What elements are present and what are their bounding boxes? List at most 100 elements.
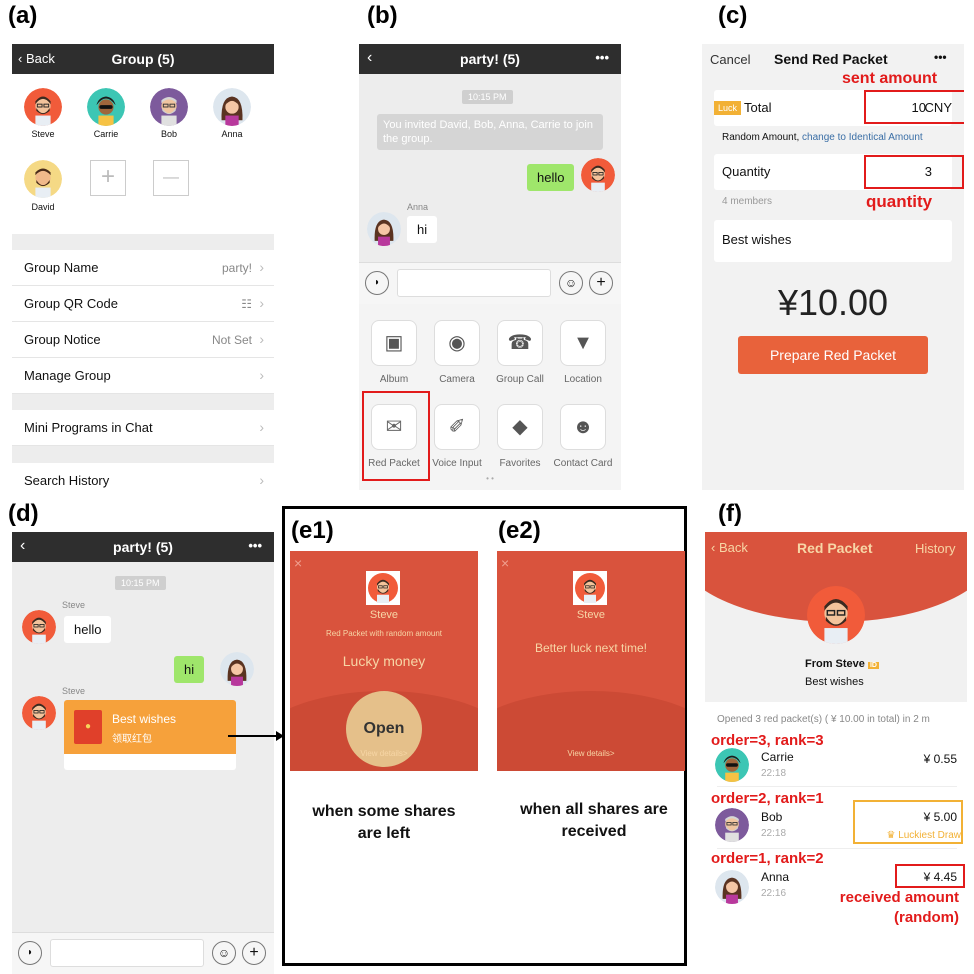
view-details-link[interactable]: View details> <box>290 749 478 758</box>
back-button[interactable]: ‹ Back <box>711 540 748 555</box>
message-bubble[interactable]: hello <box>527 164 575 191</box>
wishes-input[interactable]: Best wishes <box>714 220 952 262</box>
label-a: (a) <box>8 2 38 29</box>
row-group-qr[interactable]: Group QR Code ☷ › <box>12 286 274 322</box>
recipient-name: Anna <box>761 870 790 884</box>
message-bubble[interactable]: hi <box>174 656 205 683</box>
recipient-name: Bob <box>761 810 783 824</box>
input-bar: ◗ ☺ + <box>359 262 621 304</box>
recipient-time: 22:18 <box>761 768 787 779</box>
pin-icon[interactable]: ▼ <box>560 320 606 366</box>
more-icon[interactable]: ••• <box>934 50 947 64</box>
packet-wishes: Best wishes <box>805 676 864 688</box>
label-b: (b) <box>367 2 398 29</box>
panel-group-info: ‹ Back Group (5) Steve Carrie Bob Anna D… <box>12 44 274 490</box>
mic-icon[interactable]: ✐ <box>434 404 480 450</box>
voice-icon[interactable]: ◗ <box>18 941 42 965</box>
luck-badge: Luck <box>714 101 742 115</box>
row-mini-programs[interactable]: Mini Programs in Chat › <box>12 410 274 446</box>
cube-icon[interactable]: ◆ <box>497 404 543 450</box>
cancel-button[interactable]: Cancel <box>710 52 750 67</box>
annotation-sent-amount: sent amount <box>842 70 938 87</box>
avatar-anna[interactable] <box>220 652 254 686</box>
phone-icon[interactable]: ☎ <box>497 320 543 366</box>
avatar-steve[interactable] <box>22 610 56 644</box>
message-input[interactable] <box>50 939 204 967</box>
close-icon[interactable]: × <box>501 555 509 571</box>
caption-e1: when some shares are left <box>312 803 456 842</box>
grid-label: Album <box>379 374 409 385</box>
avatar-anna[interactable] <box>367 212 401 246</box>
member-name: David <box>31 202 55 212</box>
chat-title: party! (5) <box>460 51 520 67</box>
message-input[interactable] <box>397 269 551 297</box>
recipient-time: 22:18 <box>761 828 787 839</box>
member-count: 4 members <box>722 196 773 207</box>
add-member-button[interactable]: + <box>90 160 126 196</box>
highlight-box <box>864 155 964 189</box>
label-c: (c) <box>718 2 748 29</box>
highlight-box <box>895 864 965 888</box>
change-mode-link[interactable]: change to Identical Amount <box>802 132 923 143</box>
timestamp: 10:15 PM <box>462 90 513 104</box>
row-search-history[interactable]: Search History › <box>12 463 274 490</box>
avatar-steve[interactable] <box>581 158 615 192</box>
voice-icon[interactable]: ◗ <box>365 271 389 295</box>
message-bubble[interactable]: hello <box>64 616 112 643</box>
amount-mode: Random Amount, change to Identical Amoun… <box>722 132 923 143</box>
avatar-steve[interactable] <box>24 88 62 126</box>
opened-summary: Opened 3 red packet(s) ( ¥ 10.00 in tota… <box>717 714 930 725</box>
red-packet-open-view: × Steve Red Packet with random amount Lu… <box>290 551 478 771</box>
avatar-david[interactable] <box>24 160 62 198</box>
label-f: (f) <box>718 500 742 527</box>
message-bubble[interactable]: hi <box>407 216 438 243</box>
more-icon[interactable]: ••• <box>595 50 609 65</box>
panel-send-red-packet: Cancel Send Red Packet ••• sent amount L… <box>702 44 964 490</box>
arrow-icon <box>228 731 284 741</box>
close-icon[interactable]: × <box>294 555 302 571</box>
nav-bar: ‹ party! (5) ••• <box>12 532 274 562</box>
panel-open-red-packet: (e1) (e2) × Steve Red Packet with random… <box>282 506 687 966</box>
avatar-anna[interactable] <box>213 88 251 126</box>
plus-icon[interactable]: + <box>589 271 613 295</box>
highlight-box <box>362 391 430 481</box>
panel-chat-plus: ‹ party! (5) ••• 10:15 PM You invited Da… <box>359 44 621 490</box>
system-message: You invited David, Bob, Anna, Carrie to … <box>377 114 603 150</box>
member-name: Steve <box>31 129 55 139</box>
nav-bar: ‹ party! (5) ••• <box>359 44 621 74</box>
grid-label: Favorites <box>499 458 541 469</box>
image-icon[interactable]: ▣ <box>371 320 417 366</box>
red-packet-message[interactable]: ● Best wishes 领取红包 <box>64 700 236 770</box>
envelope-icon: ● <box>74 710 102 744</box>
grid-label: Contact Card <box>553 458 613 469</box>
grid-label: Location <box>564 374 602 385</box>
member-name: Anna <box>221 129 243 139</box>
view-details-link[interactable]: View details> <box>497 749 685 758</box>
history-button[interactable]: History <box>915 541 955 556</box>
avatar-bob[interactable] <box>150 88 188 126</box>
avatar-steve <box>573 571 607 605</box>
panel-chat-red-packet: ‹ party! (5) ••• 10:15 PM Steve hello hi… <box>12 532 274 974</box>
packet-claim: 领取红包 <box>112 734 152 745</box>
highlight-box <box>853 800 963 844</box>
avatar-bob <box>715 808 749 842</box>
plus-icon[interactable]: + <box>242 941 266 965</box>
recipient-amount: ¥ 0.55 <box>923 752 957 766</box>
red-packet-empty-view: × Steve Better luck next time! View deta… <box>497 551 685 771</box>
remove-member-button[interactable]: — <box>153 160 189 196</box>
camera-icon[interactable]: ◉ <box>434 320 480 366</box>
prepare-button[interactable]: Prepare Red Packet <box>738 336 928 374</box>
avatar-steve[interactable] <box>22 696 56 730</box>
person-icon[interactable]: ☻ <box>560 404 606 450</box>
nav-bar: ‹ Back Group (5) <box>12 44 274 74</box>
row-manage-group[interactable]: Manage Group › <box>12 358 274 394</box>
more-icon[interactable]: ••• <box>248 538 262 553</box>
grid-label: Group Call <box>496 374 544 385</box>
avatar-steve <box>366 571 400 605</box>
emoji-icon[interactable]: ☺ <box>212 941 236 965</box>
avatar-carrie[interactable] <box>87 88 125 126</box>
member-name: Carrie <box>93 129 119 139</box>
row-group-name[interactable]: Group Name party! › <box>12 250 274 286</box>
emoji-icon[interactable]: ☺ <box>559 271 583 295</box>
row-group-notice[interactable]: Group Notice Not Set › <box>12 322 274 358</box>
